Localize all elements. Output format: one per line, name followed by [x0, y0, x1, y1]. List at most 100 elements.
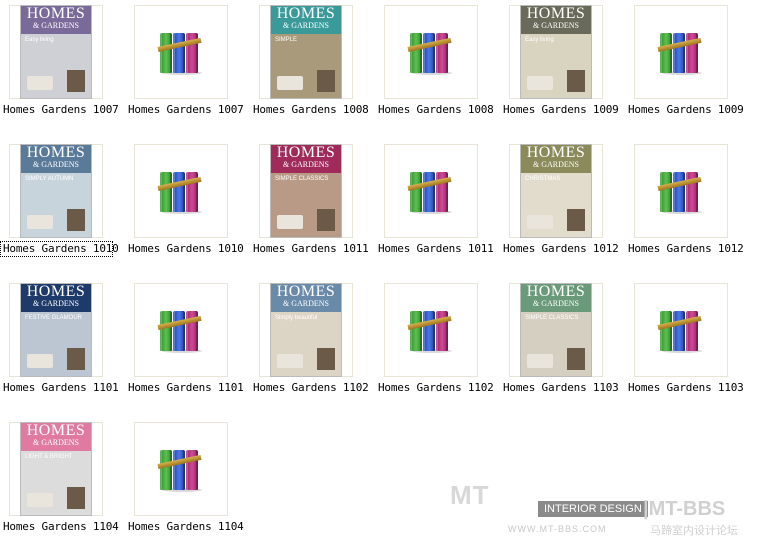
- file-thumbnail[interactable]: [134, 422, 228, 516]
- archive-icon: [157, 307, 204, 353]
- cover-subtitle: & GARDENS: [532, 21, 579, 30]
- cover-headline: FESTIVE GLAMOUR: [25, 315, 83, 321]
- file-thumbnail[interactable]: [634, 5, 728, 99]
- cover-headline: SIMPLE: [275, 37, 298, 43]
- file-name-label[interactable]: Homes Gardens 1008: [375, 102, 503, 118]
- file-thumbnail[interactable]: HOMES & GARDENS CHRISTMAS: [509, 144, 603, 238]
- cover-headline: SIMPLY AUTUMN: [25, 176, 74, 182]
- image-file-item[interactable]: HOMES & GARDENS LIGHT & BRIGHT Homes Garden…: [0, 417, 125, 556]
- file-thumbnail[interactable]: [384, 283, 478, 377]
- image-file-item[interactable]: HOMES & GARDENS FESTIVE GLAMOUR Homes Garde…: [0, 278, 125, 417]
- file-name-label[interactable]: Homes Gardens 1010: [0, 241, 119, 257]
- image-file-item[interactable]: HOMES & GARDENS SIMPLE CLASSICS Homes Garde…: [250, 139, 375, 278]
- cover-headline: Easy living: [525, 37, 554, 43]
- file-thumbnail[interactable]: [384, 144, 478, 238]
- cover-subtitle: & GARDENS: [282, 160, 329, 169]
- magazine-cover-image: HOMES & GARDENS Easy living: [521, 6, 591, 98]
- file-thumbnail[interactable]: [134, 5, 228, 99]
- archive-icon: [657, 168, 704, 214]
- archive-icon: [407, 307, 454, 353]
- archive-icon: [407, 168, 454, 214]
- file-thumbnail[interactable]: HOMES & GARDENS LIGHT & BRIGHT: [9, 422, 103, 516]
- image-file-item[interactable]: HOMES & GARDENS SIMPLE Homes Gardens 1008: [250, 0, 375, 139]
- magazine-cover-image: HOMES & GARDENS Easy living: [21, 6, 91, 98]
- image-file-item[interactable]: HOMES & GARDENS SIMPLY AUTUMN Homes Gardens…: [0, 139, 125, 278]
- file-name-label[interactable]: Homes Gardens 1011: [375, 241, 503, 257]
- file-thumbnail[interactable]: HOMES & GARDENS FESTIVE GLAMOUR: [9, 283, 103, 377]
- cover-subtitle: & GARDENS: [532, 160, 579, 169]
- file-name-label[interactable]: Homes Gardens 1008: [250, 102, 378, 118]
- file-thumbnail[interactable]: [134, 283, 228, 377]
- file-name-label[interactable]: Homes Gardens 1007: [0, 102, 128, 118]
- file-name-label[interactable]: Homes Gardens 1011: [250, 241, 378, 257]
- cover-headline: SIMPLE CLASSICS: [525, 315, 579, 321]
- archive-icon: [157, 29, 204, 75]
- file-thumbnail[interactable]: HOMES & GARDENS Simply beautiful: [259, 283, 353, 377]
- watermark: MT INTERIOR DESIGN WWW.MT-BBS.COM |MT-BB…: [450, 476, 765, 547]
- image-file-item[interactable]: HOMES & GARDENS Easy living Homes Gardens 1…: [500, 0, 625, 139]
- file-name-label[interactable]: Homes Gardens 1012: [500, 241, 628, 257]
- watermark-logo: MT: [450, 480, 490, 510]
- archive-file-item[interactable]: Homes Gardens 1012: [625, 139, 750, 278]
- cover-title: HOMES: [26, 6, 86, 22]
- file-thumbnail[interactable]: HOMES & GARDENS SIMPLE CLASSICS: [509, 283, 603, 377]
- file-thumbnail[interactable]: [634, 283, 728, 377]
- cover-title: HOMES: [26, 423, 86, 439]
- file-thumbnail[interactable]: [634, 144, 728, 238]
- cover-headline: LIGHT & BRIGHT: [25, 454, 73, 460]
- archive-file-item[interactable]: Homes Gardens 1104: [125, 417, 250, 556]
- magazine-cover-image: HOMES & GARDENS FESTIVE GLAMOUR: [21, 284, 91, 376]
- archive-icon: [657, 307, 704, 353]
- archive-file-item[interactable]: Homes Gardens 1103: [625, 278, 750, 417]
- watermark-cn: 马蹄室内设计论坛: [650, 524, 738, 537]
- archive-file-item[interactable]: Homes Gardens 1101: [125, 278, 250, 417]
- file-name-label[interactable]: Homes Gardens 1102: [250, 380, 378, 396]
- archive-file-item[interactable]: Homes Gardens 1010: [125, 139, 250, 278]
- file-thumbnail[interactable]: HOMES & GARDENS Easy living: [9, 5, 103, 99]
- file-name-label[interactable]: Homes Gardens 1007: [125, 102, 253, 118]
- file-thumbnail[interactable]: HOMES & GARDENS SIMPLE: [259, 5, 353, 99]
- file-thumbnail[interactable]: HOMES & GARDENS Easy living: [509, 5, 603, 99]
- watermark-badge: INTERIOR DESIGN: [538, 501, 648, 517]
- archive-file-item[interactable]: Homes Gardens 1011: [375, 139, 500, 278]
- file-thumbnail[interactable]: HOMES & GARDENS SIMPLY AUTUMN: [9, 144, 103, 238]
- archive-file-item[interactable]: Homes Gardens 1009: [625, 0, 750, 139]
- cover-title: HOMES: [276, 284, 336, 300]
- cover-subtitle: & GARDENS: [32, 299, 79, 308]
- file-name-label[interactable]: Homes Gardens 1103: [500, 380, 628, 396]
- file-name-label[interactable]: Homes Gardens 1010: [125, 241, 253, 257]
- image-file-item[interactable]: HOMES & GARDENS Simply beautiful Homes Gard…: [250, 278, 375, 417]
- file-name-label[interactable]: Homes Gardens 1012: [625, 241, 753, 257]
- file-thumbnail[interactable]: HOMES & GARDENS SIMPLE CLASSICS: [259, 144, 353, 238]
- cover-subtitle: & GARDENS: [32, 160, 79, 169]
- file-thumbnail[interactable]: [384, 5, 478, 99]
- cover-headline: Easy living: [25, 37, 54, 43]
- cover-subtitle: & GARDENS: [32, 21, 79, 30]
- image-file-item[interactable]: HOMES & GARDENS CHRISTMAS Homes Gardens 101…: [500, 139, 625, 278]
- cover-subtitle: & GARDENS: [32, 438, 79, 447]
- file-name-label[interactable]: Homes Gardens 1009: [500, 102, 628, 118]
- file-name-label[interactable]: Homes Gardens 1104: [0, 519, 128, 535]
- file-name-label[interactable]: Homes Gardens 1104: [125, 519, 253, 535]
- image-file-item[interactable]: HOMES & GARDENS Easy living Homes Gardens 1…: [0, 0, 125, 139]
- watermark-bbs: |MT-BBS: [643, 498, 726, 520]
- magazine-cover-image: HOMES & GARDENS SIMPLE CLASSICS: [521, 284, 591, 376]
- file-thumbnail[interactable]: [134, 144, 228, 238]
- archive-file-item[interactable]: Homes Gardens 1008: [375, 0, 500, 139]
- archive-icon: [157, 446, 204, 492]
- cover-title: HOMES: [276, 145, 336, 161]
- cover-subtitle: & GARDENS: [532, 299, 579, 308]
- file-name-label[interactable]: Homes Gardens 1101: [0, 380, 128, 396]
- archive-file-item[interactable]: Homes Gardens 1007: [125, 0, 250, 139]
- cover-title: HOMES: [526, 284, 586, 300]
- file-name-label[interactable]: Homes Gardens 1102: [375, 380, 503, 396]
- file-grid: HOMES & GARDENS Easy living Homes Gardens 1…: [0, 0, 765, 547]
- file-name-label[interactable]: Homes Gardens 1103: [625, 380, 753, 396]
- cover-title: HOMES: [276, 6, 336, 22]
- archive-file-item[interactable]: Homes Gardens 1102: [375, 278, 500, 417]
- file-name-label[interactable]: Homes Gardens 1009: [625, 102, 753, 118]
- file-name-label[interactable]: Homes Gardens 1101: [125, 380, 253, 396]
- magazine-cover-image: HOMES & GARDENS Simply beautiful: [271, 284, 341, 376]
- image-file-item[interactable]: HOMES & GARDENS SIMPLE CLASSICS Homes Garde…: [500, 278, 625, 417]
- cover-title: HOMES: [526, 6, 586, 22]
